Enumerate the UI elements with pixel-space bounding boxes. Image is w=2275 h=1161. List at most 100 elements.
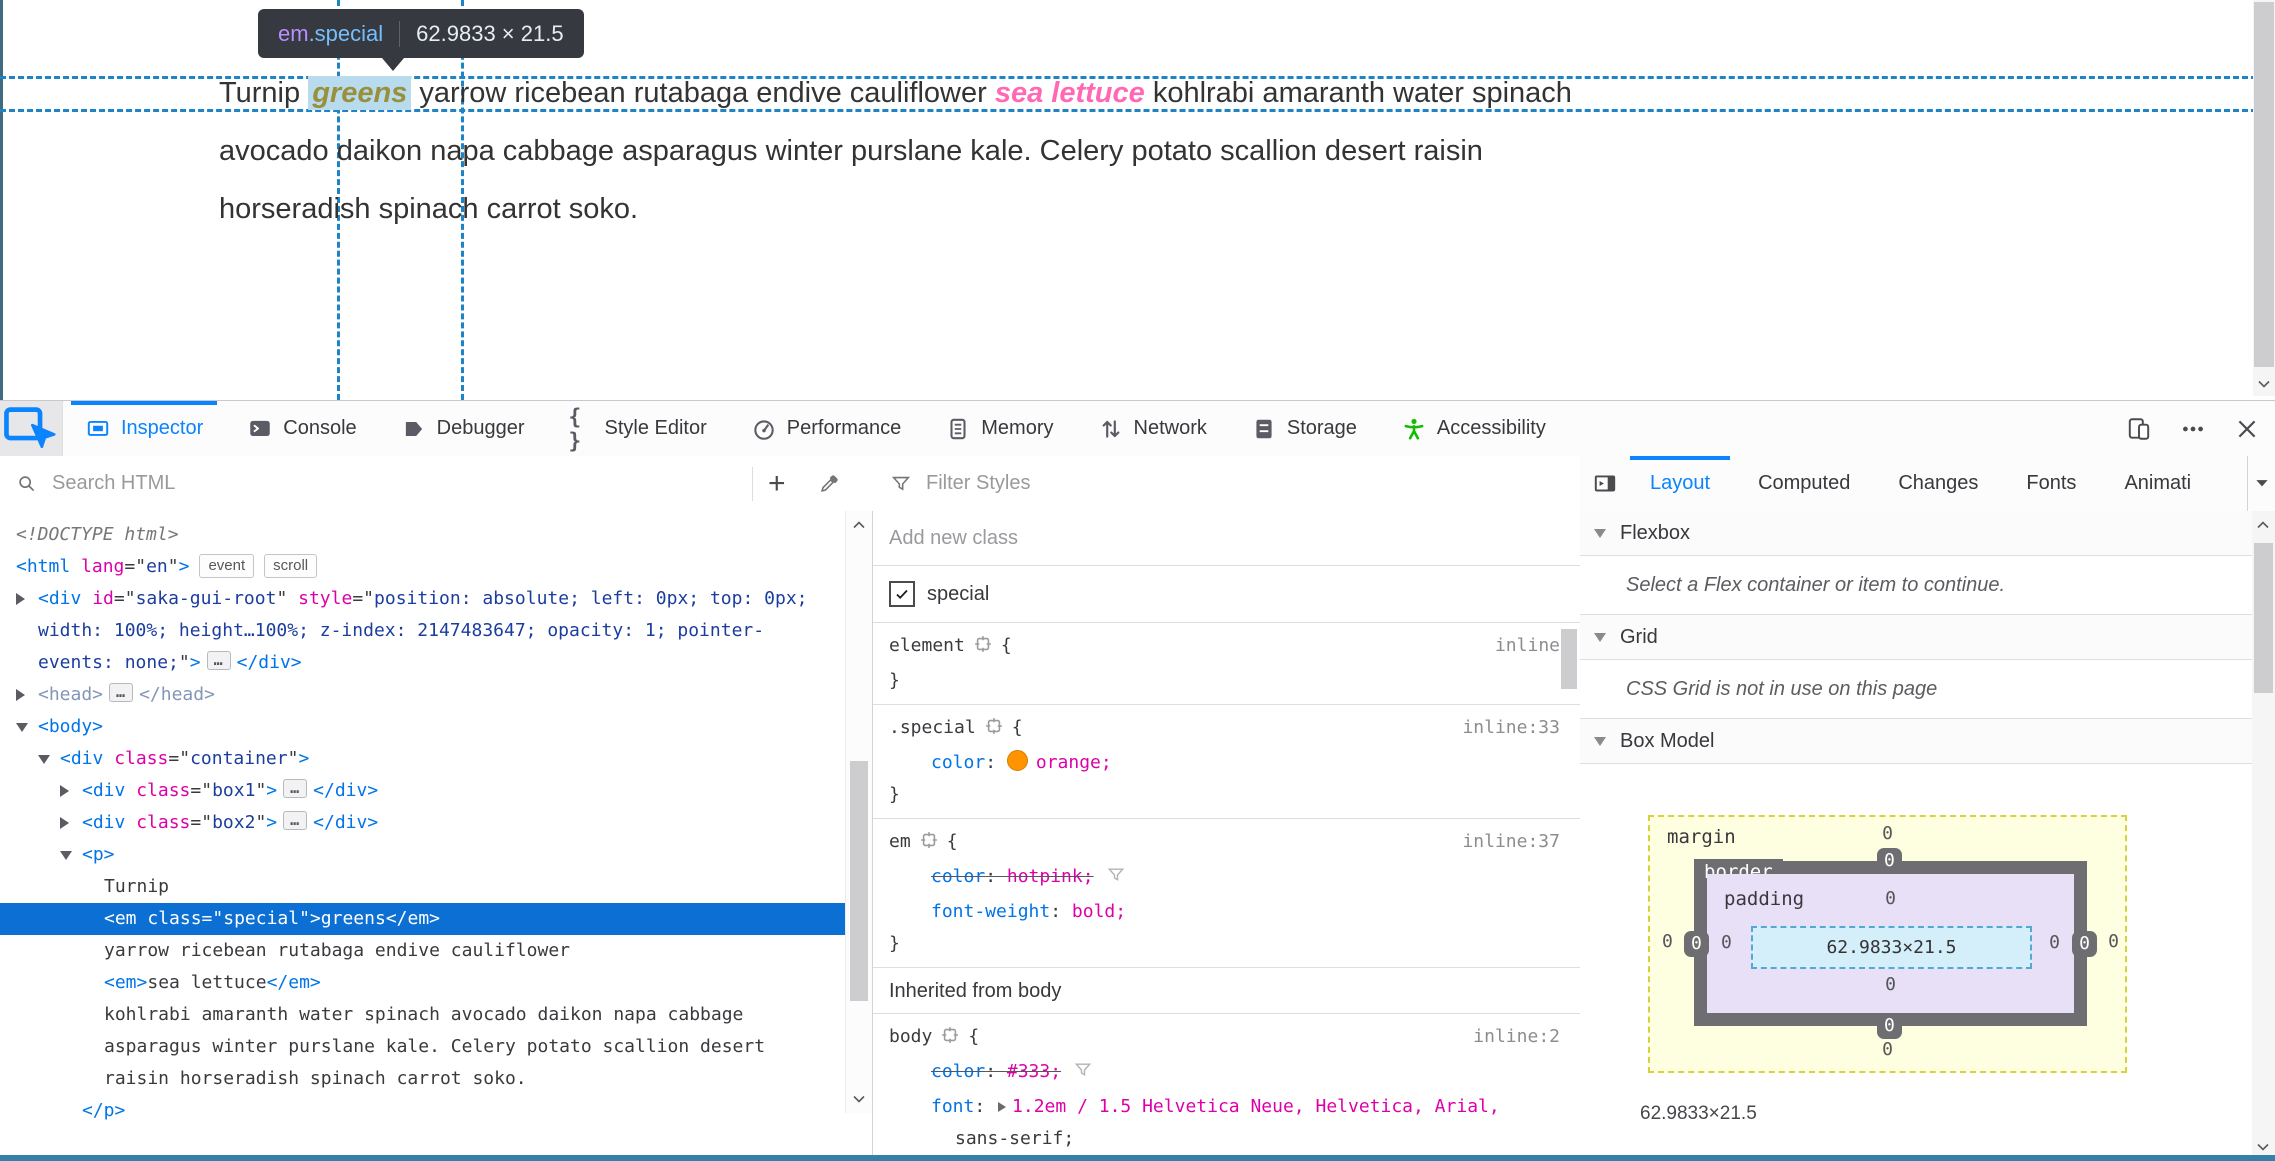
scroll-up-arrow-icon[interactable] xyxy=(848,517,870,533)
highlight-target-icon[interactable] xyxy=(973,633,993,665)
box-model-section-header[interactable]: Box Model xyxy=(1580,719,2275,764)
twisty-expanded-icon[interactable] xyxy=(16,723,28,732)
twisty-collapsed-icon[interactable] xyxy=(16,689,25,701)
markup-badge[interactable]: event xyxy=(199,554,255,578)
all-tabs-chevron-icon[interactable] xyxy=(2247,456,2275,511)
padding-bottom-value[interactable]: 0 xyxy=(1707,974,2074,995)
box-model-border-layer[interactable]: border padding 0 0 0 0 62.9833×21.5 0 0 … xyxy=(1684,848,2097,1039)
padding-top-value[interactable]: 0 xyxy=(1707,888,2074,909)
rule-source-link[interactable]: inline:2 xyxy=(1473,1021,1560,1053)
add-new-class-input[interactable]: Add new class xyxy=(873,511,1580,566)
rule-source-link[interactable]: inline xyxy=(1495,630,1560,662)
rule-selector-line[interactable]: .special {inline:33 xyxy=(889,712,1564,747)
tab-performance[interactable]: Performance xyxy=(729,401,924,456)
tab-network[interactable]: Network xyxy=(1076,401,1229,456)
page-scrollbar-thumb[interactable] xyxy=(2254,2,2274,367)
markup-row[interactable]: <html lang="en"> event scroll xyxy=(0,551,845,583)
filter-styles-input[interactable]: Filter Styles xyxy=(926,472,1030,495)
sidebar-tab-layout[interactable]: Layout xyxy=(1626,456,1734,511)
markup-row[interactable]: kohlrabi amaranth water spinach avocado … xyxy=(0,999,845,1095)
margin-right-value[interactable]: 0 xyxy=(2108,931,2119,952)
markup-scrollbar-thumb[interactable] xyxy=(850,761,868,1001)
margin-left-value[interactable]: 0 xyxy=(1662,931,1673,952)
scroll-down-arrow-icon[interactable] xyxy=(2253,376,2275,392)
search-html-input[interactable]: Search HTML xyxy=(52,472,175,495)
sidebar-tab-changes[interactable]: Changes xyxy=(1874,456,2002,511)
twisty-collapsed-icon[interactable] xyxy=(60,785,69,797)
highlight-target-icon[interactable] xyxy=(919,829,939,861)
sidebar-tab-fonts[interactable]: Fonts xyxy=(2002,456,2100,511)
border-right-value[interactable]: 0 xyxy=(2072,931,2097,957)
tab-storage[interactable]: Storage xyxy=(1229,401,1379,456)
markup-row[interactable]: <p> xyxy=(0,839,845,871)
margin-top-value[interactable]: 0 xyxy=(1650,823,2125,844)
border-bottom-value[interactable]: 0 xyxy=(1877,1013,1902,1039)
sidebar-tab-computed[interactable]: Computed xyxy=(1734,456,1874,511)
markup-row[interactable]: <!DOCTYPE html> xyxy=(0,519,845,551)
markup-row[interactable]: <div id="saka-gui-root" style="position:… xyxy=(0,583,845,679)
box-model-padding-layer[interactable]: padding 0 0 0 0 62.9833×21.5 xyxy=(1707,874,2074,1013)
markup-row[interactable]: <div class="box1"> … </div> xyxy=(0,775,845,807)
responsive-design-mode-icon[interactable] xyxy=(2125,415,2153,443)
border-top-value[interactable]: 0 xyxy=(1877,848,1902,874)
css-declaration-font-weight[interactable]: font-weight: bold; xyxy=(889,896,1564,928)
expand-ellipsis-button[interactable]: … xyxy=(283,779,308,798)
markup-row-selected[interactable]: <em class="special">greens</em> xyxy=(0,903,845,935)
expand-ellipsis-button[interactable]: … xyxy=(109,683,134,702)
rule-source-link[interactable]: inline:33 xyxy=(1462,712,1560,744)
layout-scrollbar-thumb[interactable] xyxy=(2254,543,2273,693)
twisty-collapsed-icon[interactable] xyxy=(60,817,69,829)
grid-section-header[interactable]: Grid xyxy=(1580,615,2275,660)
markup-row[interactable]: <body> xyxy=(0,711,845,743)
padding-left-value[interactable]: 0 xyxy=(1721,932,1732,953)
highlight-target-icon[interactable] xyxy=(940,1024,960,1056)
css-declaration-color[interactable]: color: hotpink; xyxy=(889,861,1564,896)
rules-scrollbar-thumb[interactable] xyxy=(1561,629,1577,689)
flexbox-section-header[interactable]: Flexbox xyxy=(1580,511,2275,556)
tab-memory[interactable]: Memory xyxy=(923,401,1075,456)
rule-selector-line[interactable]: em {inline:37 xyxy=(889,826,1564,861)
add-node-button[interactable]: + xyxy=(768,468,786,499)
tab-debugger[interactable]: Debugger xyxy=(379,401,547,456)
eyedropper-icon[interactable] xyxy=(818,473,840,495)
twisty-expanded-icon[interactable] xyxy=(38,755,50,764)
pick-element-button[interactable] xyxy=(0,401,63,456)
margin-bottom-value[interactable]: 0 xyxy=(1650,1039,2125,1060)
markup-row[interactable]: <head> … </head> xyxy=(0,679,845,711)
tab-accessibility[interactable]: Accessibility xyxy=(1379,401,1568,456)
rule-source-link[interactable]: inline:37 xyxy=(1462,826,1560,858)
markup-scrollbar[interactable] xyxy=(845,511,872,1113)
sidebar-toggle-icon[interactable] xyxy=(1592,471,1618,497)
overridden-filter-icon[interactable] xyxy=(1106,864,1126,896)
markup-row[interactable]: </p> xyxy=(0,1095,845,1127)
class-checkbox[interactable] xyxy=(889,581,915,607)
close-devtools-icon[interactable] xyxy=(2233,415,2261,443)
box-model-margin-layer[interactable]: margin 0 0 0 0 border padding 0 0 0 0 62… xyxy=(1648,815,2127,1073)
css-declaration-color[interactable]: color: orange; xyxy=(889,747,1564,779)
markup-row[interactable]: <div class="container"> xyxy=(0,743,845,775)
markup-row[interactable]: <em>sea lettuce</em> xyxy=(0,967,845,999)
markup-row[interactable]: Turnip xyxy=(0,871,845,903)
markup-badge[interactable]: scroll xyxy=(264,554,318,578)
scroll-down-arrow-icon[interactable] xyxy=(2252,1139,2274,1155)
sidebar-tab-animati[interactable]: Animati xyxy=(2100,456,2215,511)
color-swatch[interactable] xyxy=(1006,750,1028,771)
box-model-content-box[interactable]: 62.9833×21.5 xyxy=(1751,926,2032,969)
highlight-target-icon[interactable] xyxy=(984,715,1004,747)
tab-style-editor[interactable]: { } Style Editor xyxy=(547,401,729,456)
css-declaration-color[interactable]: color: #333; xyxy=(889,1056,1564,1091)
padding-right-value[interactable]: 0 xyxy=(2049,932,2060,953)
markup-row[interactable]: yarrow ricebean rutabaga endive cauliflo… xyxy=(0,935,845,967)
twisty-expanded-icon[interactable] xyxy=(60,851,72,860)
expand-ellipsis-button[interactable]: … xyxy=(283,811,308,830)
twisty-collapsed-icon[interactable] xyxy=(16,593,25,605)
border-left-value[interactable]: 0 xyxy=(1684,931,1709,957)
tab-console[interactable]: Console xyxy=(225,401,378,456)
scroll-up-arrow-icon[interactable] xyxy=(2252,517,2274,533)
markup-row[interactable]: <div class="box2"> … </div> xyxy=(0,807,845,839)
rule-selector-line[interactable]: body {inline:2 xyxy=(889,1021,1564,1056)
meatball-menu-icon[interactable] xyxy=(2179,415,2207,443)
expand-value-icon[interactable] xyxy=(998,1102,1007,1112)
scroll-down-arrow-icon[interactable] xyxy=(848,1091,870,1107)
rule-selector-line[interactable]: element {inline xyxy=(889,630,1564,665)
